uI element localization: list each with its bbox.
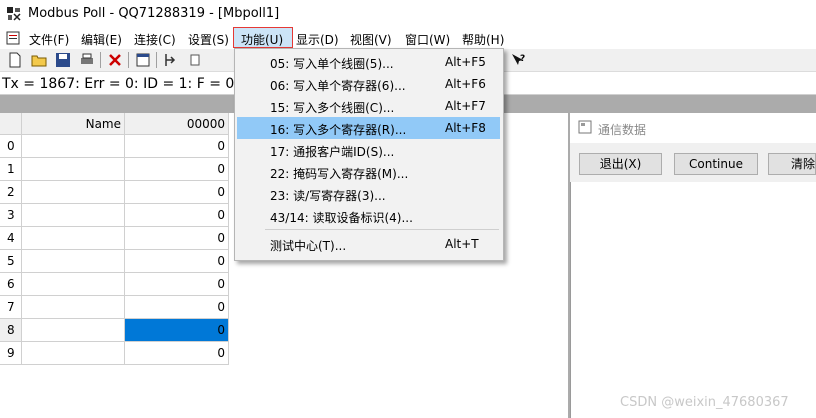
exit-button[interactable]: 退出(X) xyxy=(579,153,662,175)
value-cell[interactable]: 0 xyxy=(125,250,229,273)
name-cell[interactable] xyxy=(22,158,125,181)
function-menu-item[interactable]: 17: 通报客户端ID(S)... xyxy=(237,139,500,161)
name-cell[interactable] xyxy=(22,296,125,319)
value-cell[interactable]: 0 xyxy=(125,135,229,158)
clear-button[interactable]: 清除 xyxy=(768,153,816,175)
menu-edit[interactable]: 编辑(E) xyxy=(81,31,122,48)
menu-item-label: 17: 通报客户端ID(S)... xyxy=(270,145,395,159)
row-number[interactable]: 1 xyxy=(0,158,22,181)
menu-item-label: 06: 写入单个寄存器(6)... xyxy=(270,79,406,93)
value-cell[interactable]: 0 xyxy=(125,342,229,365)
function-icon-2[interactable] xyxy=(187,52,203,68)
row-number[interactable]: 3 xyxy=(0,204,22,227)
menu-item-shortcut: Alt+F8 xyxy=(445,121,486,135)
menu-item-shortcut: Alt+F7 xyxy=(445,99,486,113)
title-bar: Modbus Poll - QQ71288319 - [Mbpoll1] xyxy=(0,0,816,28)
menu-item-shortcut: Alt+F6 xyxy=(445,77,486,91)
row-number[interactable]: 8 xyxy=(0,319,22,342)
row-number[interactable]: 6 xyxy=(0,273,22,296)
name-cell[interactable] xyxy=(22,319,125,342)
menu-item-shortcut: Alt+F5 xyxy=(445,55,486,69)
menu-item-label: 22: 掩码写入寄存器(M)... xyxy=(270,167,409,181)
name-cell[interactable] xyxy=(22,273,125,296)
row-number[interactable]: 0 xyxy=(0,135,22,158)
window-title: Modbus Poll - QQ71288319 - [Mbpoll1] xyxy=(28,6,280,21)
continue-button[interactable]: Continue xyxy=(674,153,758,175)
svg-text:?: ? xyxy=(520,54,525,64)
menu-setup[interactable]: 设置(S) xyxy=(188,31,229,48)
menu-separator xyxy=(265,229,499,230)
menu-item-label: 测试中心(T)... xyxy=(270,239,347,253)
watermark: CSDN @weixin_47680367 xyxy=(620,395,789,410)
value-cell[interactable]: 0 xyxy=(125,319,229,342)
value-cell[interactable]: 0 xyxy=(125,181,229,204)
row-number[interactable]: 2 xyxy=(0,181,22,204)
value-cell[interactable]: 0 xyxy=(125,273,229,296)
menu-item-label: 05: 写入单个线圈(5)... xyxy=(270,57,394,71)
name-cell[interactable] xyxy=(22,181,125,204)
function-menu-item[interactable]: 16: 写入多个寄存器(R)... Alt+F8 xyxy=(237,117,500,139)
modbus-app-icon xyxy=(7,7,21,21)
name-cell[interactable] xyxy=(22,342,125,365)
function-dropdown-menu: 05: 写入单个线圈(5)... Alt+F5 06: 写入单个寄存器(6)... A… xyxy=(234,48,504,261)
menu-item-label: 16: 写入多个寄存器(R)... xyxy=(270,123,407,137)
name-cell[interactable] xyxy=(22,227,125,250)
column-header-name: Name xyxy=(22,113,125,135)
menu-item-label: 43/14: 读取设备标识(4)... xyxy=(270,211,413,225)
menu-item-shortcut: Alt+T xyxy=(445,237,479,251)
menu-help[interactable]: 帮助(H) xyxy=(462,31,504,48)
name-cell[interactable] xyxy=(22,250,125,273)
column-header-address: 00000 xyxy=(125,113,229,135)
comm-window-icon xyxy=(578,120,592,134)
print-icon[interactable] xyxy=(79,52,95,68)
menu-connection[interactable]: 连接(C) xyxy=(134,31,176,48)
name-cell[interactable] xyxy=(22,204,125,227)
menu-functions[interactable]: 功能(U) xyxy=(241,31,283,48)
menu-item-label: 15: 写入多个线圈(C)... xyxy=(270,101,395,115)
function-menu-item[interactable]: 05: 写入单个线圈(5)... Alt+F5 xyxy=(237,51,500,73)
save-icon[interactable] xyxy=(55,52,71,68)
window-icon[interactable] xyxy=(135,52,151,68)
row-number[interactable]: 7 xyxy=(0,296,22,319)
comm-window-title: 通信数据 xyxy=(598,123,647,137)
menu-display[interactable]: 显示(D) xyxy=(296,31,339,48)
function-menu-item[interactable]: 22: 掩码写入寄存器(M)... xyxy=(237,161,500,183)
function-menu-item[interactable]: 43/14: 读取设备标识(4)... xyxy=(237,205,500,227)
menu-view[interactable]: 视图(V) xyxy=(350,31,392,48)
status-line-text: Tx = 1867: Err = 0: ID = 1: F = 03: S xyxy=(2,76,262,92)
menu-item-label: 23: 读/写寄存器(3)... xyxy=(270,189,386,203)
function-menu-item[interactable]: 15: 写入多个线圈(C)... Alt+F7 xyxy=(237,95,500,117)
value-cell[interactable]: 0 xyxy=(125,158,229,181)
value-cell[interactable]: 0 xyxy=(125,296,229,319)
function-menu-item[interactable]: 06: 写入单个寄存器(6)... Alt+F6 xyxy=(237,73,500,95)
value-cell[interactable]: 0 xyxy=(125,204,229,227)
new-file-icon[interactable] xyxy=(7,52,23,68)
name-cell[interactable] xyxy=(22,135,125,158)
function-icon[interactable] xyxy=(163,52,179,68)
menu-file[interactable]: 文件(F) xyxy=(29,31,69,48)
function-menu-item[interactable]: 23: 读/写寄存器(3)... xyxy=(237,183,500,205)
open-folder-icon[interactable] xyxy=(31,52,47,68)
row-number[interactable]: 5 xyxy=(0,250,22,273)
close-icon[interactable] xyxy=(107,52,123,68)
row-number[interactable]: 9 xyxy=(0,342,22,365)
menu-window[interactable]: 窗口(W) xyxy=(405,31,450,48)
document-menu-icon[interactable] xyxy=(6,31,20,45)
help-cursor-icon[interactable]: ? xyxy=(510,52,526,68)
function-menu-item[interactable]: 测试中心(T)... Alt+T xyxy=(237,233,500,255)
value-cell[interactable]: 0 xyxy=(125,227,229,250)
grid-corner xyxy=(0,113,22,135)
row-number[interactable]: 4 xyxy=(0,227,22,250)
